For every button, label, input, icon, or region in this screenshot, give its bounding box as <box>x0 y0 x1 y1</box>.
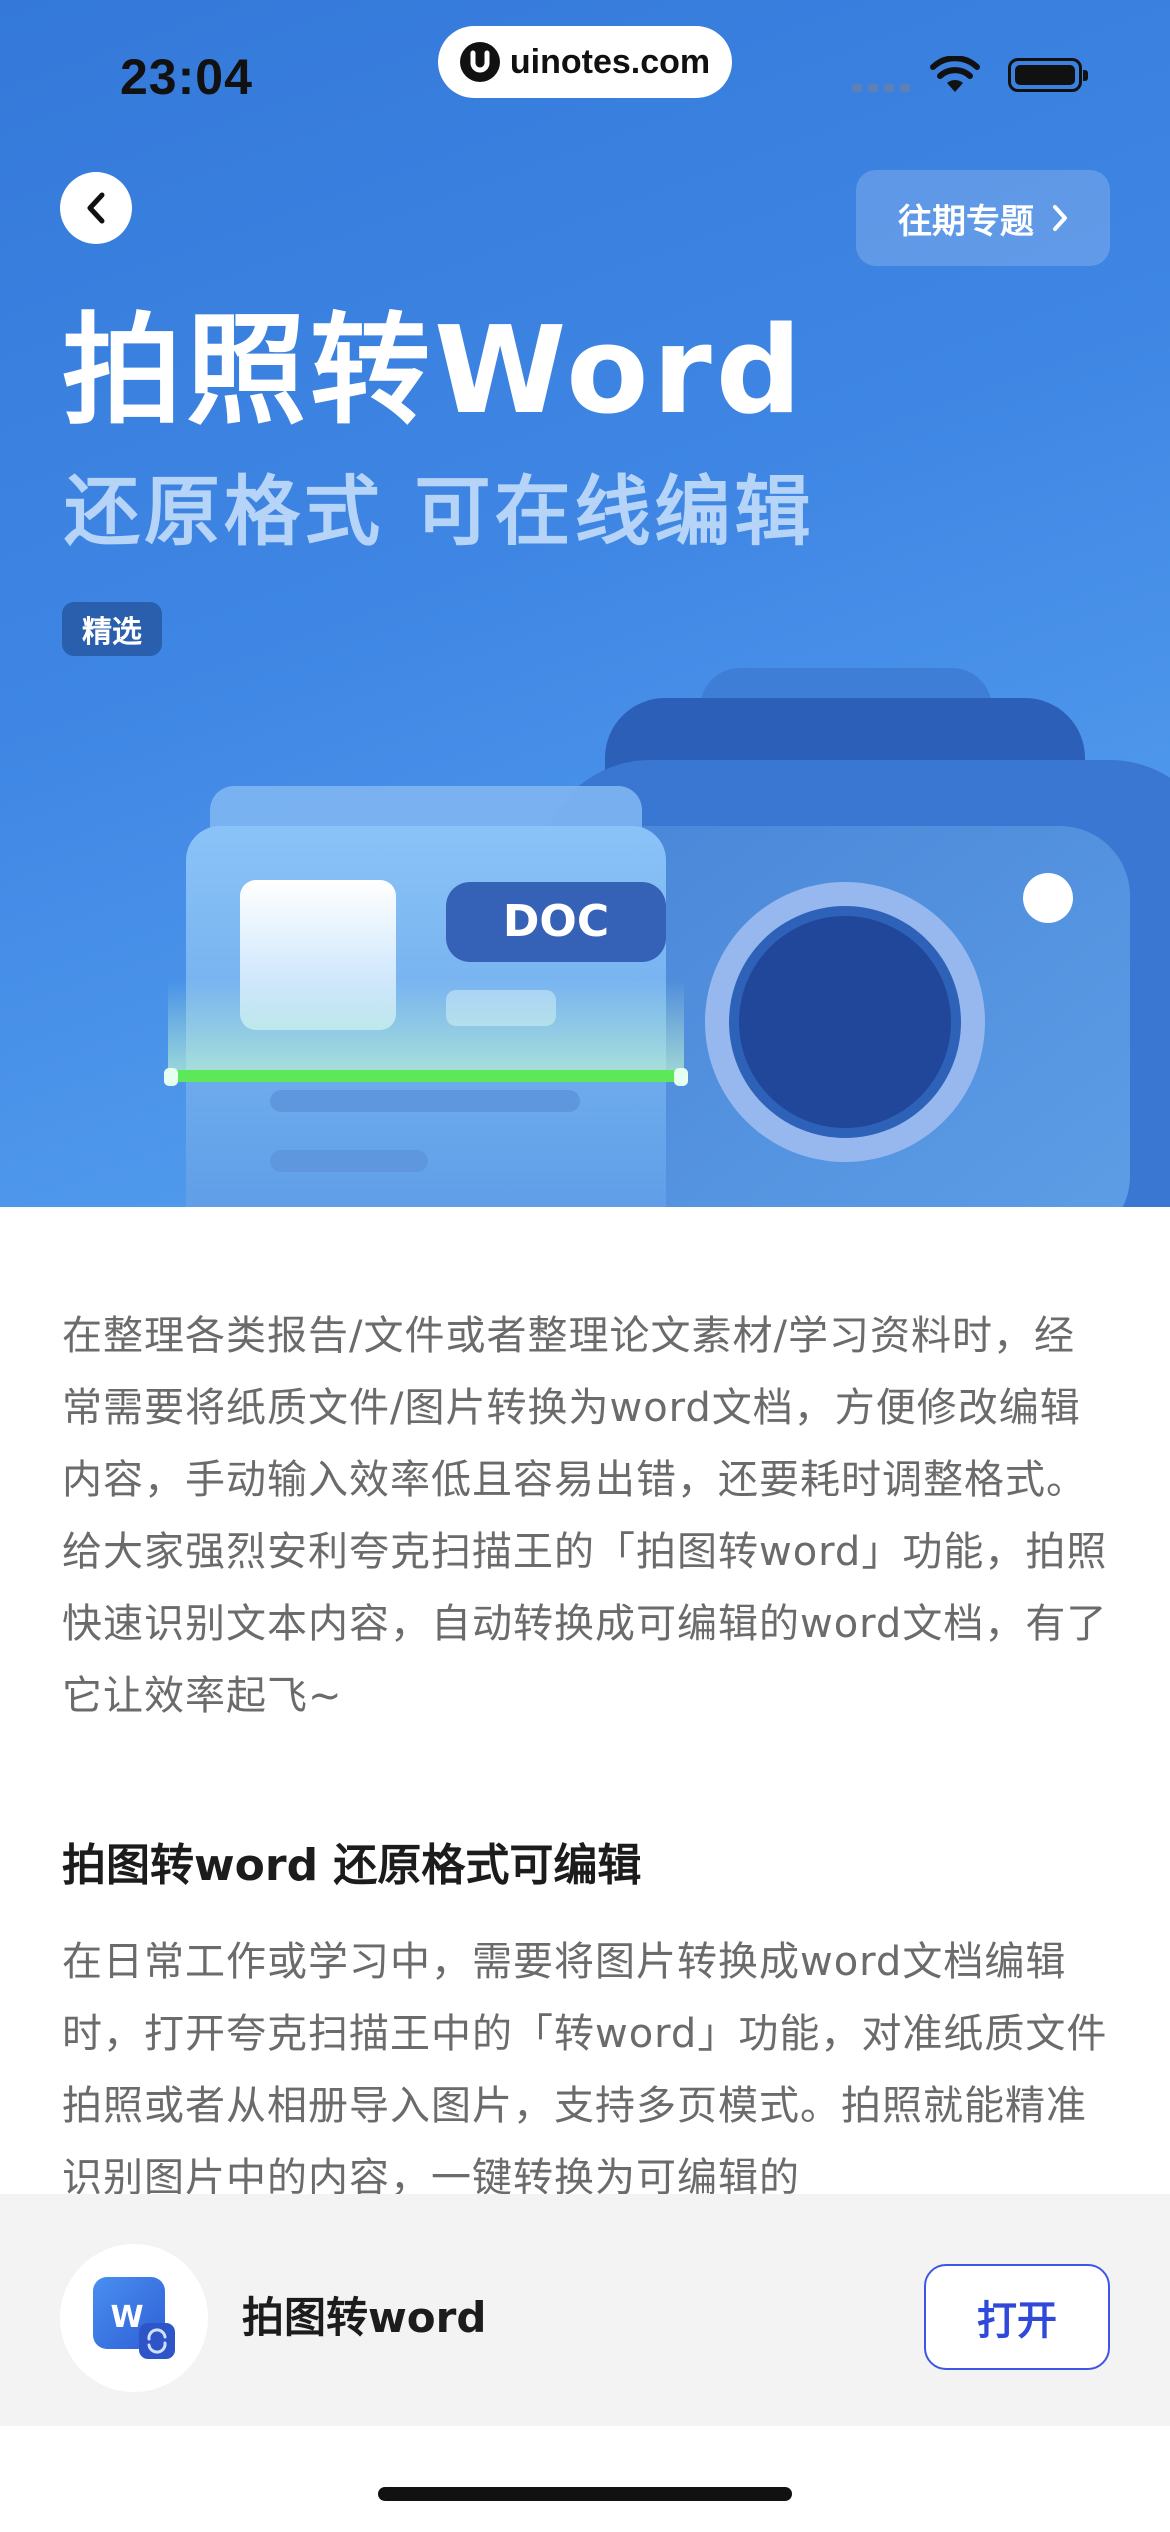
app-name: 拍图转word <box>242 2293 487 2342</box>
past-topics-button[interactable]: 往期专题 <box>856 170 1110 266</box>
open-button[interactable]: 打开 <box>924 2264 1110 2370</box>
uinotes-logo-icon <box>459 42 500 82</box>
doc-label: DOC <box>503 896 609 947</box>
section-paragraph: 在日常工作或学习中，需要将图片转换成word文档编辑时，打开夸克扫描王中的「转w… <box>62 1939 1108 2201</box>
past-topics-label: 往期专题 <box>898 201 1034 242</box>
intro-paragraph: 在整理各类报告/文件或者整理论文素材/学习资料时，经常需要将纸质文件/图片转换为… <box>62 1313 1108 1719</box>
back-button[interactable] <box>60 172 132 244</box>
scanner-illustration: DOC <box>164 668 1170 1207</box>
app-icon-letter: W <box>110 2300 143 2335</box>
cellular-signal-icon <box>852 84 910 92</box>
hero-banner: 23:04 uinotes.com 往期专题 拍照转Word 还原格式 可在线编… <box>0 0 1170 1207</box>
wifi-icon <box>930 56 980 92</box>
status-time: 23:04 <box>120 49 253 105</box>
app-promo-bar: W 拍图转word 打开 <box>0 2194 1170 2426</box>
url-pill: uinotes.com <box>438 26 732 98</box>
hero-title: 拍照转Word <box>62 302 806 441</box>
url-text: uinotes.com <box>509 42 711 81</box>
scan-line-icon <box>164 980 688 1086</box>
section-heading: 拍图转word 还原格式可编辑 <box>62 1840 642 1891</box>
hero-subtitle: 还原格式 可在线编辑 <box>64 467 815 556</box>
battery-icon <box>1008 58 1088 92</box>
word-convert-icon: W <box>93 2277 175 2359</box>
chevron-left-icon <box>87 192 105 224</box>
article-content: 在整理各类报告/文件或者整理论文素材/学习资料时，经常需要将纸质文件/图片转换为… <box>62 1300 1112 2214</box>
home-indicator[interactable] <box>378 2487 792 2501</box>
chevron-right-icon <box>1053 205 1067 231</box>
app-icon-container: W <box>60 2244 208 2392</box>
